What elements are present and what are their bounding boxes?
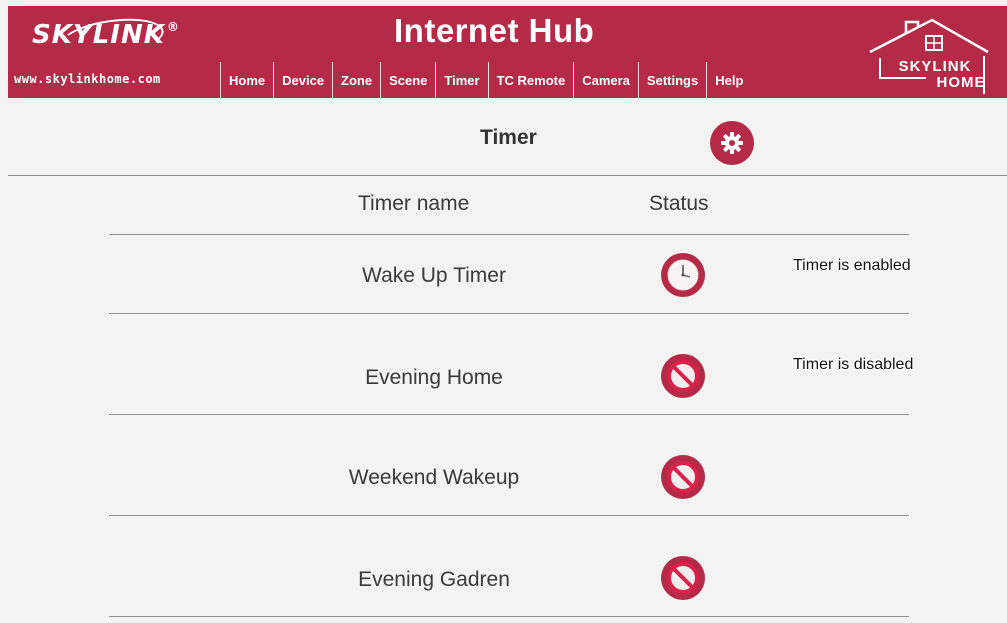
skylink-home-logo: SKYLINK HOME [866, 16, 991, 96]
page-title: Timer [480, 126, 537, 149]
page-toolbar: Timer [8, 98, 1007, 176]
main-nav: Home Device Zone Scene Timer TC Remote C… [220, 62, 751, 98]
nav-timer[interactable]: Timer [435, 62, 487, 98]
nav-tc-remote[interactable]: TC Remote [487, 62, 574, 98]
nav-settings[interactable]: Settings [637, 62, 706, 98]
brand-logo: SKYLINK ® [32, 20, 180, 50]
nav-help[interactable]: Help [706, 62, 751, 98]
table-row[interactable]: Evening Gadren [109, 516, 909, 616]
home-logo-line2: HOME [936, 74, 986, 91]
disabled-icon[interactable] [660, 555, 706, 601]
timer-name: Wake Up Timer [362, 264, 506, 287]
app-title: Internet Hub [394, 12, 595, 49]
nav-home[interactable]: Home [220, 62, 273, 98]
timer-name: Evening Gadren [358, 568, 510, 591]
registered-mark: ® [166, 20, 180, 34]
nav-camera[interactable]: Camera [573, 62, 638, 98]
disabled-icon[interactable] [660, 454, 706, 500]
timer-settings-button[interactable] [710, 121, 754, 165]
table-row[interactable]: Evening Home [109, 314, 909, 414]
column-header-status: Status [649, 192, 709, 215]
column-header-timer-name: Timer name [358, 192, 470, 215]
home-logo-line1: SKYLINK [898, 58, 972, 75]
nav-device[interactable]: Device [273, 62, 332, 98]
enabled-annotation: Timer is enabled [793, 257, 911, 274]
gear-icon [721, 132, 743, 154]
nav-scene[interactable]: Scene [380, 62, 435, 98]
app-header: SKYLINK ® www.skylinkhome.com Internet Hu… [8, 6, 1007, 98]
disabled-annotation: Timer is disabled [793, 356, 914, 373]
timer-name: Weekend Wakeup [348, 466, 520, 489]
timer-name: Evening Home [365, 366, 503, 389]
clock-icon[interactable] [660, 252, 706, 298]
disabled-icon[interactable] [660, 353, 706, 399]
nav-zone[interactable]: Zone [332, 62, 380, 98]
brand-name: SKYLINK [32, 20, 165, 50]
row-divider [109, 616, 909, 617]
brand-url: www.skylinkhome.com [14, 72, 161, 86]
table-row[interactable]: Weekend Wakeup [109, 415, 909, 515]
